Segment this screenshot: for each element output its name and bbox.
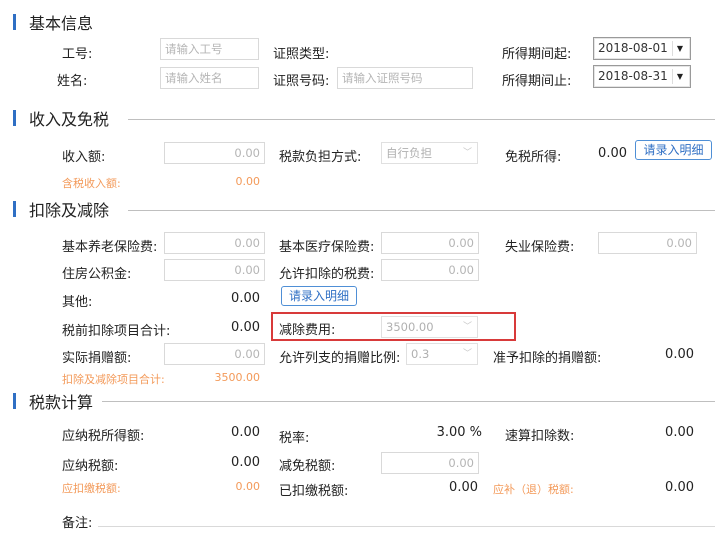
taxable-amount-label: 应纳税所得额: — [62, 429, 145, 444]
deduction-total-value: 3500.00 — [214, 371, 261, 384]
unemployment-label: 失业保险费: — [505, 240, 575, 255]
pretax-total-value: 0.00 — [231, 320, 260, 335]
section-divider — [102, 401, 715, 402]
reduction-label: 减除费用: — [279, 323, 336, 338]
deduction-total-label: 扣除及减除项目合计: — [62, 373, 165, 386]
pension-label: 基本养老保险费: — [62, 240, 158, 255]
pension-input[interactable]: 0.00 — [164, 232, 265, 254]
chevron-down-icon: ﹀ — [462, 148, 472, 158]
dropdown-arrow-icon[interactable]: ▼ — [672, 41, 687, 56]
allowed-donation-label: 准予扣除的捐赠额: — [493, 351, 602, 366]
taxable-income-value: 0.00 — [235, 175, 261, 188]
housing-fund-label: 住房公积金: — [62, 267, 132, 282]
section-title-basic: 基本信息 — [29, 14, 94, 33]
donation-label: 实际捐赠额: — [62, 351, 132, 366]
quick-deduction-value: 0.00 — [665, 425, 694, 440]
withholding-tax-label: 应扣缴税额: — [62, 482, 121, 495]
id-number-input[interactable]: 请输入证照号码 — [337, 67, 473, 89]
tax-burden-select[interactable]: 自行负担 ﹀ — [381, 142, 478, 164]
section-marker — [13, 110, 16, 126]
medical-input[interactable]: 0.00 — [381, 232, 479, 254]
section-marker — [13, 201, 16, 217]
withholding-tax-value: 0.00 — [235, 480, 261, 493]
section-title-tax: 税款计算 — [29, 393, 94, 412]
section-marker — [13, 393, 16, 409]
tax-payable-label: 应纳税额: — [62, 459, 119, 474]
tax-free-value: 0.00 — [598, 146, 627, 161]
allowed-donation-value: 0.00 — [665, 347, 694, 362]
dropdown-arrow-icon[interactable]: ▼ — [672, 69, 687, 84]
chevron-down-icon: ﹀ — [462, 322, 472, 332]
allowed-tax-label: 允许扣除的税费: — [279, 267, 375, 282]
period-end-value: 2018-08-31 — [598, 69, 668, 83]
remark-label: 备注: — [62, 516, 93, 531]
unemployment-input[interactable]: 0.00 — [598, 232, 697, 254]
other-value: 0.00 — [231, 291, 260, 306]
medical-label: 基本医疗保险费: — [279, 240, 375, 255]
housing-fund-input[interactable]: 0.00 — [164, 259, 265, 281]
period-end-select[interactable]: 2018-08-31 ▼ — [593, 65, 691, 88]
id-number-label: 证照号码: — [273, 74, 330, 89]
reduction-select[interactable]: 3500.00 ﹀ — [381, 316, 478, 338]
tax-relief-label: 减免税额: — [279, 459, 336, 474]
section-divider — [128, 119, 715, 120]
tax-relief-input[interactable]: 0.00 — [381, 452, 479, 474]
refund-tax-label: 应补（退）税额: — [493, 483, 574, 496]
section-marker — [13, 14, 16, 30]
tax-burden-value: 自行负担 — [386, 146, 432, 160]
income-label: 收入额: — [62, 150, 106, 165]
section-title-income: 收入及免税 — [29, 110, 110, 129]
taxable-income-label: 含税收入额: — [62, 177, 121, 190]
id-type-label: 证照类型: — [273, 47, 330, 62]
section-title-deduction: 扣除及减除 — [29, 201, 110, 220]
income-input[interactable]: 0.00 — [164, 142, 265, 164]
period-start-label: 所得期间起: — [502, 47, 572, 62]
tax-payable-value: 0.00 — [231, 455, 260, 470]
reduction-value: 3500.00 — [386, 320, 434, 334]
tax-rate-value: 3.00 % — [436, 425, 482, 440]
donation-ratio-value: 0.3 — [411, 347, 430, 361]
deduction-detail-button[interactable]: 请录入明细 — [281, 286, 357, 306]
refund-tax-value: 0.00 — [665, 480, 694, 495]
quick-deduction-label: 速算扣除数: — [505, 429, 575, 444]
taxable-amount-value: 0.00 — [231, 425, 260, 440]
allowed-tax-input[interactable]: 0.00 — [381, 259, 479, 281]
emp-id-input[interactable]: 请输入工号 — [160, 38, 259, 60]
donation-input[interactable]: 0.00 — [164, 343, 265, 365]
period-start-value: 2018-08-01 — [598, 41, 668, 55]
donation-ratio-label: 允许列支的捐赠比例: — [279, 351, 401, 366]
tax-burden-label: 税款负担方式: — [279, 150, 362, 165]
section-divider — [128, 210, 715, 211]
income-detail-button[interactable]: 请录入明细 — [635, 140, 712, 160]
paid-tax-value: 0.00 — [449, 480, 478, 495]
tax-rate-label: 税率: — [279, 431, 310, 446]
emp-id-label: 工号: — [62, 47, 93, 62]
chevron-down-icon: ﹀ — [462, 349, 472, 359]
period-end-label: 所得期间止: — [502, 74, 572, 89]
paid-tax-label: 已扣缴税额: — [279, 484, 349, 499]
remark-input[interactable] — [98, 526, 715, 527]
other-label: 其他: — [62, 295, 93, 310]
name-label: 姓名: — [57, 74, 88, 89]
name-input[interactable]: 请输入姓名 — [160, 67, 259, 89]
donation-ratio-select[interactable]: 0.3 ﹀ — [406, 343, 478, 365]
tax-free-label: 免税所得: — [505, 150, 562, 165]
pretax-total-label: 税前扣除项目合计: — [62, 324, 171, 339]
period-start-select[interactable]: 2018-08-01 ▼ — [593, 37, 691, 60]
